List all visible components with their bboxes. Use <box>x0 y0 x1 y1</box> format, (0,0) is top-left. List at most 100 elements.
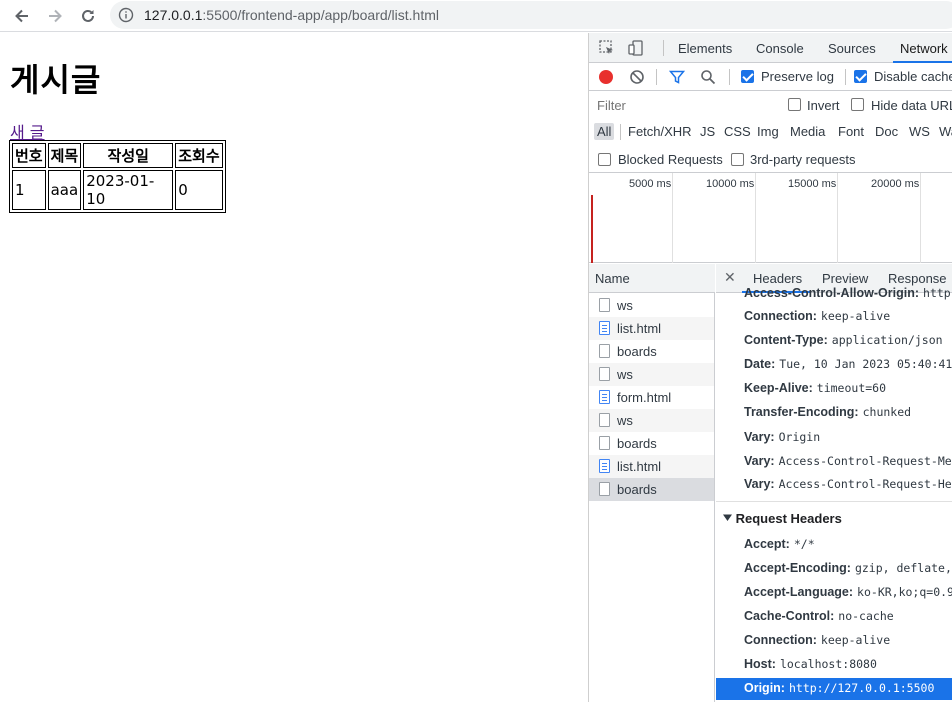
file-icon <box>599 413 610 427</box>
request-list: Name ws list.html boards ws form.html ws… <box>589 264 715 702</box>
request-name: boards <box>617 344 657 359</box>
request-row[interactable]: list.html <box>589 455 714 478</box>
record-button[interactable] <box>599 70 613 84</box>
type-img[interactable]: Img <box>757 124 779 139</box>
timeline-gridline <box>837 173 838 263</box>
header-key: Transfer-Encoding: <box>744 405 859 419</box>
tab-preview[interactable]: Preview <box>822 271 868 286</box>
filter-bar: Invert Hide data URLs <box>589 91 952 117</box>
tab-headers[interactable]: Headers <box>753 271 802 286</box>
disable-cache-checkbox[interactable] <box>854 70 867 83</box>
back-button[interactable] <box>10 4 34 28</box>
close-icon[interactable]: ✕ <box>724 269 736 286</box>
network-toolbar: Preserve log Disable cache <box>589 63 952 91</box>
tab-network[interactable]: Network <box>900 41 948 56</box>
preserve-log-label: Preserve log <box>761 69 834 84</box>
request-row[interactable]: ws <box>589 363 714 386</box>
request-row[interactable]: form.html <box>589 386 714 409</box>
toolbar-separator <box>845 69 846 85</box>
request-name: boards <box>617 482 657 497</box>
forward-button[interactable] <box>43 4 67 28</box>
request-row[interactable]: boards <box>589 432 714 455</box>
type-doc[interactable]: Doc <box>875 124 898 139</box>
header-key: Connection: <box>744 633 817 647</box>
url-host: 127.0.0.1 <box>144 7 203 23</box>
timeline-gridline <box>755 173 756 263</box>
request-row[interactable]: ws <box>589 409 714 432</box>
request-row[interactable]: boards <box>589 340 714 363</box>
device-toolbar-icon[interactable] <box>627 39 645 57</box>
request-row[interactable]: list.html <box>589 317 714 340</box>
tab-elements[interactable]: Elements <box>678 41 732 56</box>
header-value: localhost:8080 <box>779 657 877 671</box>
type-wasm[interactable]: Wasm <box>939 124 952 139</box>
tab-response[interactable]: Response <box>888 271 947 286</box>
toolbar-separator <box>729 69 730 85</box>
clear-icon[interactable] <box>629 69 645 85</box>
col-header-date: 작성일 <box>83 143 174 168</box>
header-key: Vary: <box>744 430 775 444</box>
file-icon <box>599 482 610 496</box>
header-value: http://127.0.0.1:5500 <box>788 681 935 695</box>
hide-data-urls-checkbox[interactable] <box>851 98 864 111</box>
header-key: Accept: <box>744 537 790 551</box>
response-header: Keep-Alive: timeout=60 <box>744 381 886 395</box>
header-key: Host: <box>744 657 776 671</box>
header-value: chunked <box>862 405 912 419</box>
request-name: boards <box>617 436 657 451</box>
tab-console[interactable]: Console <box>756 41 804 56</box>
request-header: Accept-Encoding:gzip, deflate, br <box>744 561 952 575</box>
cell-title[interactable]: aaa <box>47 170 82 210</box>
response-header: Transfer-Encoding: chunked <box>744 405 911 419</box>
url-text: 127.0.0.1:5500/frontend-app/app/board/li… <box>144 7 439 23</box>
header-key: Access-Control-Allow-Origin: <box>744 286 920 300</box>
cell-number: 1 <box>12 170 46 210</box>
arrow-left-icon <box>15 9 28 23</box>
request-name: list.html <box>617 321 662 336</box>
preserve-log-checkbox[interactable] <box>741 70 754 83</box>
header-key: Origin: <box>744 681 785 695</box>
request-name: list.html <box>617 459 662 474</box>
type-all[interactable]: All <box>594 123 615 140</box>
type-js[interactable]: JS <box>700 124 715 139</box>
timeline-marker <box>591 195 593 263</box>
filter-input[interactable] <box>593 95 773 115</box>
request-header: Cache-Control: no-cache <box>744 609 894 623</box>
name-column-header[interactable]: Name <box>589 264 715 293</box>
board-table: 번호 제목 작성일 조회수 1 aaa 2023-01-10 0 <box>9 140 226 213</box>
request-row[interactable]: ws <box>589 294 714 317</box>
response-header: Content-Type: application/json <box>744 333 943 347</box>
header-key: Accept-Encoding: <box>744 561 851 575</box>
type-ws[interactable]: WS <box>909 124 930 139</box>
address-bar[interactable]: 127.0.0.1:5500/frontend-app/app/board/li… <box>110 1 952 29</box>
inspect-element-icon[interactable] <box>598 39 616 57</box>
reload-icon <box>82 9 94 22</box>
devtools-panel: Elements Console Sources Network Preserv… <box>589 33 952 702</box>
type-font[interactable]: Font <box>838 124 864 139</box>
info-icon[interactable] <box>118 7 134 23</box>
header-value: keep-alive <box>820 309 891 323</box>
response-header: Vary:Access-Control-Request-Method <box>744 454 952 468</box>
type-media[interactable]: Media <box>790 124 825 139</box>
request-headers-section[interactable]: Request Headers <box>723 511 842 526</box>
blocked-requests-checkbox[interactable] <box>598 153 611 166</box>
header-value: */* <box>793 537 815 551</box>
third-party-checkbox[interactable] <box>731 153 744 166</box>
blocked-requests-bar: Blocked Requests 3rd-party requests <box>589 147 952 173</box>
request-name: ws <box>617 298 633 313</box>
timeline-gridline <box>920 173 921 263</box>
invert-checkbox[interactable] <box>788 98 801 111</box>
tab-sources[interactable]: Sources <box>828 41 876 56</box>
cell-views: 0 <box>175 170 223 210</box>
header-key: Accept-Language: <box>744 585 854 599</box>
timeline-label: 5000 ms <box>629 178 672 190</box>
filter-icon[interactable] <box>669 69 685 85</box>
reload-button[interactable] <box>76 4 100 28</box>
search-icon[interactable] <box>700 69 716 85</box>
request-headers-title: Request Headers <box>735 511 842 526</box>
request-row-selected[interactable]: boards <box>589 478 714 501</box>
network-body: Name ws list.html boards ws form.html ws… <box>589 264 952 702</box>
type-css[interactable]: CSS <box>724 124 751 139</box>
network-overview-timeline[interactable]: 5000 ms 10000 ms 15000 ms 20000 ms <box>589 173 952 263</box>
type-fetch-xhr[interactable]: Fetch/XHR <box>628 124 692 139</box>
